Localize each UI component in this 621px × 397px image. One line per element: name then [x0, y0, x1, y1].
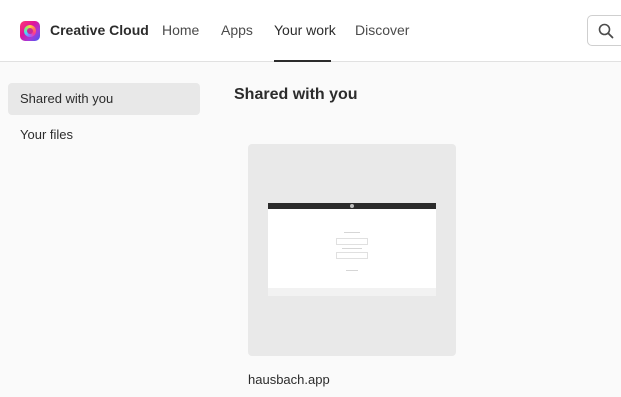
file-name[interactable]: hausbach.app	[248, 372, 330, 387]
sidebar-item-shared-with-you[interactable]: Shared with you	[8, 83, 200, 115]
thumbnail-field	[336, 252, 368, 259]
thumbnail-line	[342, 248, 362, 249]
nav-your-work[interactable]: Your work	[274, 22, 336, 38]
brand-name[interactable]: Creative Cloud	[50, 22, 149, 38]
file-card[interactable]	[248, 144, 456, 356]
sidebar-item-your-files[interactable]: Your files	[8, 119, 200, 151]
thumbnail-window-bar	[268, 203, 436, 209]
search-icon	[598, 23, 614, 39]
nav-home[interactable]: Home	[162, 22, 199, 38]
top-bar: Creative Cloud Home Apps Your work Disco…	[0, 0, 621, 62]
nav-discover[interactable]: Discover	[355, 22, 409, 38]
thumbnail-line	[344, 232, 360, 233]
logo-ring	[24, 25, 36, 37]
thumbnail-footer	[268, 288, 436, 296]
file-thumbnail	[268, 203, 436, 296]
page-title: Shared with you	[234, 86, 358, 103]
thumbnail-line	[346, 270, 358, 271]
search-button[interactable]	[587, 15, 621, 46]
thumbnail-field	[336, 238, 368, 245]
active-nav-indicator	[274, 60, 331, 62]
creative-cloud-logo-icon[interactable]	[20, 21, 40, 41]
nav-apps[interactable]: Apps	[221, 22, 253, 38]
